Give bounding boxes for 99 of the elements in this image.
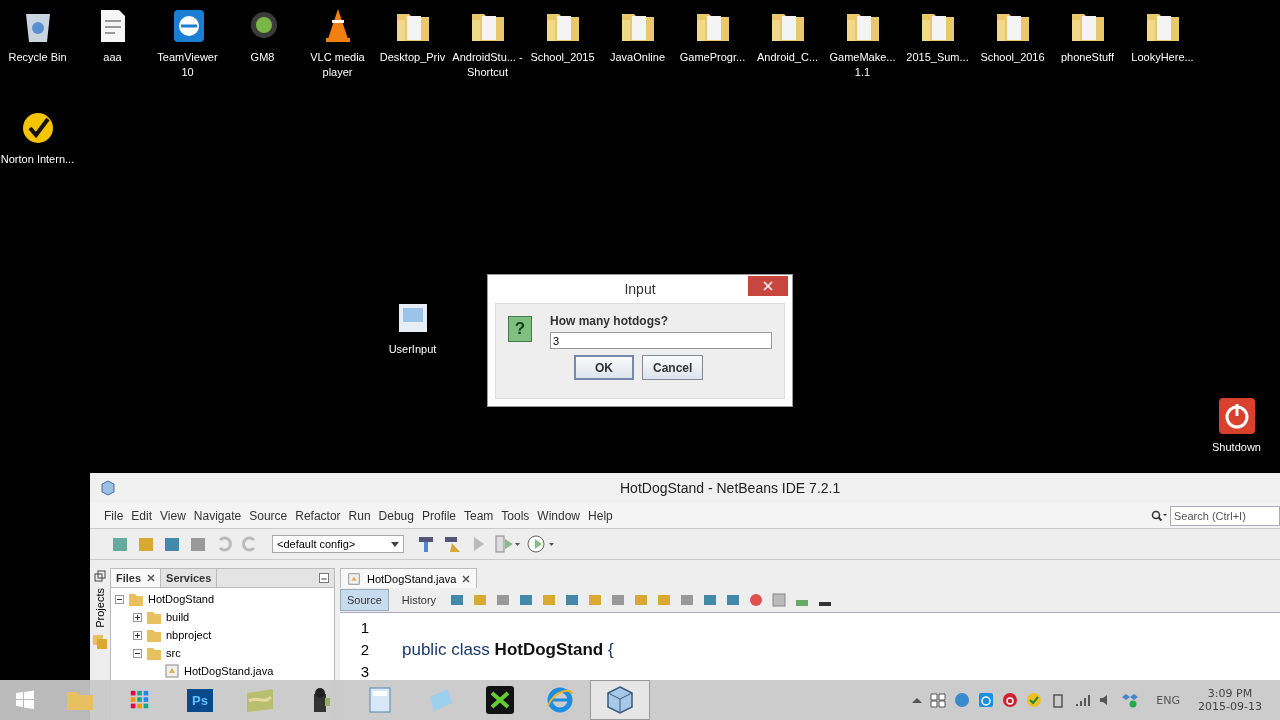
menu-item[interactable]: Profile [418, 508, 460, 523]
close-icon [763, 281, 773, 291]
browser-icon [546, 686, 574, 714]
menu-item[interactable]: Help [584, 508, 617, 523]
tiles-icon [129, 689, 151, 711]
desktop-icon-label[interactable]: Desktop_Priv [379, 50, 446, 65]
desktop-icon-label[interactable]: aaa [103, 50, 122, 65]
menu-item[interactable]: View [156, 508, 190, 523]
prompt-text: How many hotdogs? [550, 314, 669, 328]
java-file-icon [347, 571, 361, 586]
tree-item[interactable]: nbproject [166, 629, 212, 641]
close-icon[interactable] [147, 574, 156, 582]
menu-item[interactable]: Tools [497, 508, 534, 523]
ok-button[interactable]: OK [574, 355, 634, 380]
dialog-title: Input [624, 281, 656, 297]
desktop-icon-label[interactable]: JavaOnline [609, 50, 665, 65]
folder-icon [128, 591, 144, 607]
desktop-icon-label[interactable]: TeamViewer 10 [150, 50, 225, 80]
desktop-icon-label[interactable]: GameProgr... [679, 50, 746, 65]
cross-logo-icon [485, 685, 515, 715]
line-number: 1 [360, 618, 370, 638]
tree-item[interactable]: src [166, 647, 181, 659]
folder-icon [146, 609, 162, 625]
desktop-icon-label[interactable]: Norton Intern... [0, 152, 75, 167]
cube-icon [100, 480, 116, 496]
collapse-icon[interactable] [115, 594, 124, 604]
code-line: public class HotDogStand { [402, 640, 614, 659]
folder-icon [146, 627, 162, 643]
tree-item[interactable]: HotDogStand [148, 593, 215, 605]
side-tab[interactable]: Projects [93, 588, 107, 628]
language-indicator[interactable]: ENG [1156, 693, 1181, 707]
config-dropdown[interactable]: <default config> [272, 535, 404, 553]
beats-icon[interactable] [1002, 692, 1019, 708]
expand-icon[interactable] [133, 630, 142, 640]
desktop-icon-label[interactable]: Shutdown [1212, 440, 1261, 455]
cancel-button[interactable]: Cancel [642, 355, 704, 380]
show-hidden-icon[interactable] [912, 697, 923, 703]
clock-time[interactable]: 3:09 PM [1207, 687, 1253, 700]
close-icon[interactable] [462, 574, 471, 583]
input-field[interactable]: 3 [550, 332, 772, 349]
collapse-icon[interactable] [133, 648, 142, 658]
search-field[interactable]: Search (Ctrl+I) [1170, 505, 1280, 526]
menu-item[interactable]: Team [460, 508, 498, 523]
debug-icon[interactable] [494, 534, 520, 554]
menu-item[interactable]: Debug [374, 508, 418, 523]
profile-icon[interactable] [526, 534, 556, 554]
cube-app-button[interactable] [590, 680, 650, 720]
desktop-icon-label[interactable]: School_2015 [530, 50, 595, 65]
question-icon: ? [508, 316, 532, 342]
close-button[interactable] [748, 276, 788, 296]
java-file-icon [164, 663, 180, 679]
desktop-icon-label[interactable]: AndroidStu... - Shortcut [450, 50, 525, 80]
line-number: 3 [360, 662, 370, 682]
photoshop-button[interactable]: Ps [170, 680, 230, 720]
tree-item[interactable]: HotDogStand.java [184, 665, 274, 677]
power-icon[interactable] [1216, 396, 1257, 436]
menu-item[interactable]: Refactor [291, 508, 345, 523]
cube-icon [605, 685, 635, 715]
clean-build-icon[interactable] [442, 534, 462, 554]
window-title: HotDogStand - NetBeans IDE 7.2.1 [620, 480, 841, 496]
expand-icon[interactable] [133, 612, 142, 622]
menu-item[interactable]: Window [533, 508, 585, 523]
menu-item[interactable]: File [100, 508, 128, 523]
map-icon [245, 687, 275, 713]
desktop-icon-label[interactable]: VLC media player [300, 50, 375, 80]
desktop-icon-label[interactable]: 2015_Sum... [906, 50, 969, 65]
desktop-icon-label[interactable]: phoneStuff [1061, 50, 1114, 65]
desktop-icon-label[interactable]: GM8 [250, 50, 275, 65]
tree-item[interactable]: build [166, 611, 190, 623]
dropbox-icon[interactable] [1122, 692, 1139, 708]
view-tab[interactable]: Source [340, 589, 389, 611]
clock-date[interactable]: 2015-09-13 [1198, 700, 1262, 713]
desktop-icon-label[interactable]: Recycle Bin [8, 50, 67, 65]
desktop-icon-label[interactable]: Android_C... [756, 50, 819, 65]
menu-item[interactable]: Edit [127, 508, 157, 523]
windows-logo-icon [15, 690, 35, 710]
caret-icon [391, 541, 399, 547]
editor-tab[interactable]: HotDogStand.java [340, 568, 478, 588]
view-tab[interactable]: History [395, 589, 443, 611]
signal-icon[interactable] [1074, 692, 1091, 708]
hammer-icon[interactable] [416, 534, 436, 554]
windows-icon[interactable] [930, 692, 947, 708]
menu-item[interactable]: Run [344, 508, 375, 523]
line-number: 2 [360, 640, 370, 660]
desktop-icon-label[interactable]: LookyHere... [1131, 50, 1194, 65]
minimize-icon[interactable] [319, 573, 329, 583]
desktop-icon-label[interactable]: GameMake... 1.1 [825, 50, 900, 80]
restore-icon[interactable] [94, 570, 106, 582]
desktop-icon-label[interactable]: School_2016 [980, 50, 1045, 65]
folder-icon [146, 645, 162, 661]
desktop-icon-label[interactable]: UserInput [388, 342, 437, 357]
menu-item[interactable]: Navigate [189, 508, 246, 523]
checkmark-icon[interactable] [1026, 692, 1043, 708]
calculator-icon [369, 687, 391, 713]
search-icon[interactable] [1151, 509, 1167, 522]
record-icon[interactable] [748, 592, 765, 608]
panel-tab[interactable]: Files [111, 569, 162, 587]
globe-icon[interactable] [954, 692, 971, 708]
menu-item[interactable]: Source [245, 508, 292, 523]
